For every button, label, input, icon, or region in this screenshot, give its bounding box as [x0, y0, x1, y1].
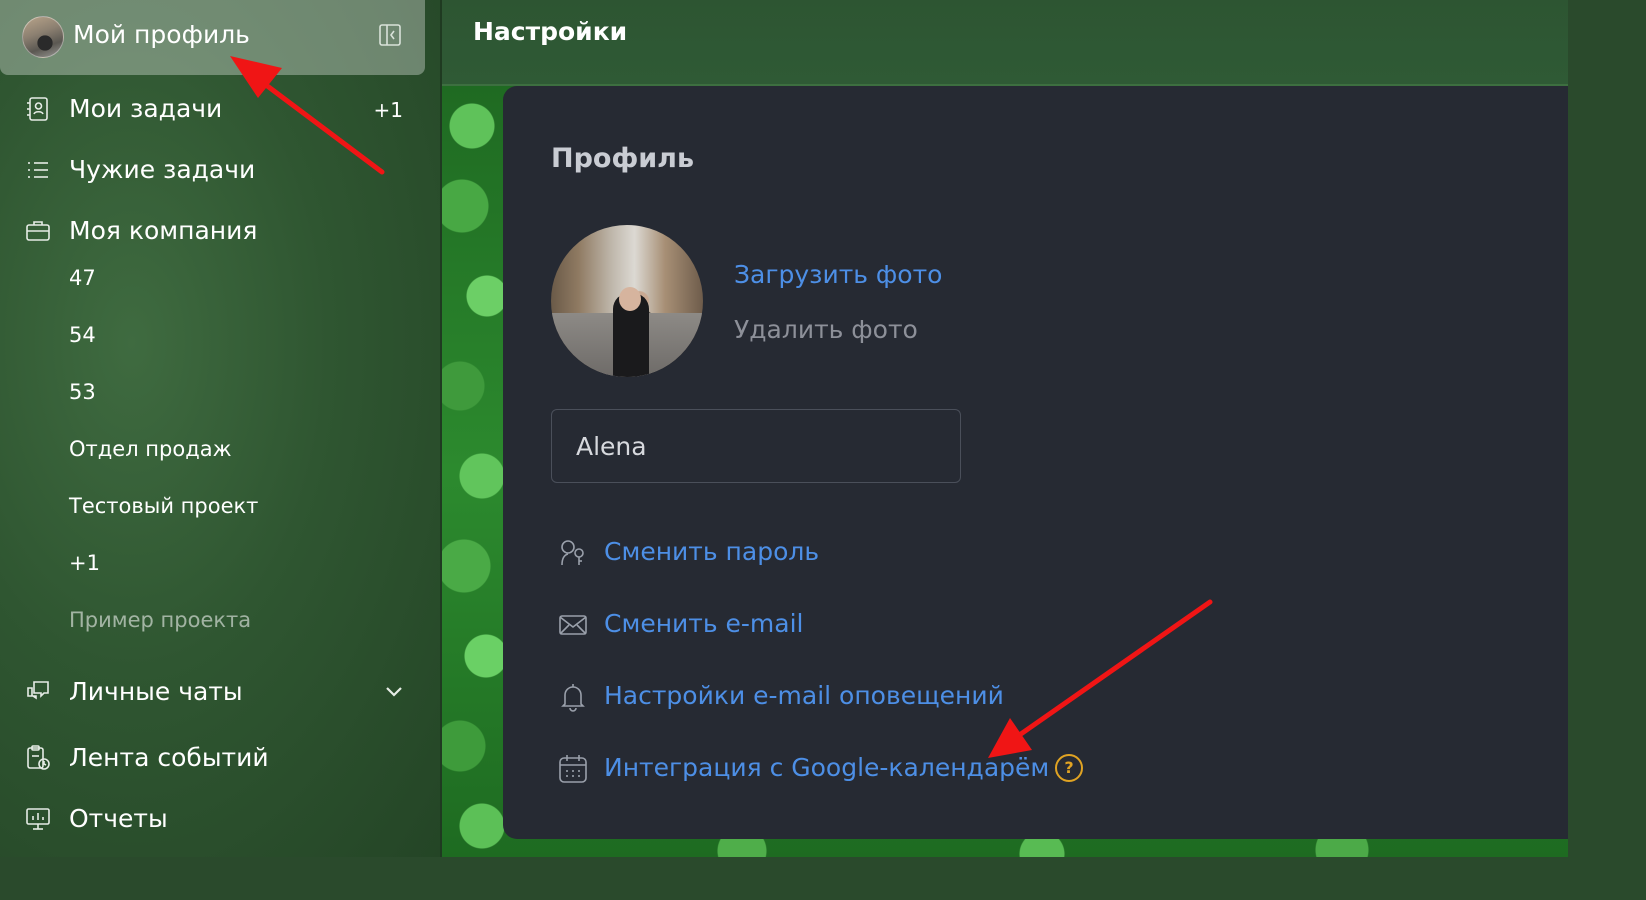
my-profile-item[interactable]: Мой профиль	[0, 0, 425, 75]
name-field[interactable]	[551, 409, 961, 483]
sidebar-item-label: Чужие задачи	[69, 155, 256, 184]
briefcase-icon	[26, 221, 50, 241]
action-label: Сменить e-mail	[604, 609, 804, 638]
key-person-icon	[561, 540, 584, 566]
project-item[interactable]: 54	[69, 323, 96, 347]
profile-photo	[551, 225, 703, 377]
sidebar-item-my-company[interactable]: Моя компания	[0, 206, 425, 256]
action-label: Сменить пароль	[604, 537, 820, 566]
bell-icon	[561, 684, 585, 712]
more-projects-link[interactable]: +1	[69, 551, 100, 575]
clipboard-clock-icon	[27, 745, 50, 770]
avatar	[22, 16, 64, 58]
my-profile-label: Мой профиль	[73, 20, 250, 49]
sidebar-item-label: Отчеты	[69, 804, 168, 833]
task-count-badge: +1	[373, 98, 403, 122]
action-label: Настройки e-mail оповещений	[604, 681, 1004, 710]
project-item[interactable]: Пример проекта	[69, 608, 251, 632]
page-header: Настройки	[442, 0, 1568, 86]
calendar-icon	[559, 755, 587, 783]
project-item[interactable]: Отдел продаж	[69, 437, 232, 461]
envelope-icon	[559, 615, 587, 635]
project-item[interactable]: 47	[69, 266, 96, 290]
page-title: Настройки	[473, 17, 628, 46]
sidebar-item-events-feed[interactable]: Лента событий	[0, 733, 425, 783]
help-icon[interactable]: ?	[1055, 754, 1083, 782]
sidebar-item-reports[interactable]: Отчеты	[0, 794, 425, 844]
section-title: Профиль	[551, 143, 695, 174]
sidebar-item-label: Моя компания	[69, 216, 258, 245]
chevron-down-icon[interactable]	[383, 680, 405, 702]
settings-panel: Профиль Загрузить фото Удалить фото Смен…	[503, 86, 1568, 839]
sidebar-item-personal-chats[interactable]: Личные чаты	[0, 667, 425, 717]
list-icon	[28, 162, 48, 178]
sidebar-item-label: Личные чаты	[69, 677, 243, 706]
monitor-chart-icon	[26, 808, 50, 830]
action-label: Интеграция с Google-календарём	[604, 753, 1050, 782]
sidebar-item-my-tasks[interactable]: Мои задачи +1	[0, 84, 425, 134]
task-contact-icon	[27, 97, 48, 121]
upload-photo-link[interactable]: Загрузить фото	[734, 260, 942, 289]
sidebar: Мой профиль Мои задачи +1 Чужие задачи М…	[0, 0, 442, 857]
sidebar-item-label: Лента событий	[69, 743, 269, 772]
chat-icon	[27, 681, 49, 700]
collapse-sidebar-icon[interactable]	[378, 23, 402, 47]
sidebar-item-others-tasks[interactable]: Чужие задачи	[0, 145, 425, 195]
project-item[interactable]: 53	[69, 380, 96, 404]
project-item[interactable]: Тестовый проект	[69, 494, 258, 518]
sidebar-item-label: Мои задачи	[69, 94, 223, 123]
delete-photo-link[interactable]: Удалить фото	[734, 315, 918, 344]
